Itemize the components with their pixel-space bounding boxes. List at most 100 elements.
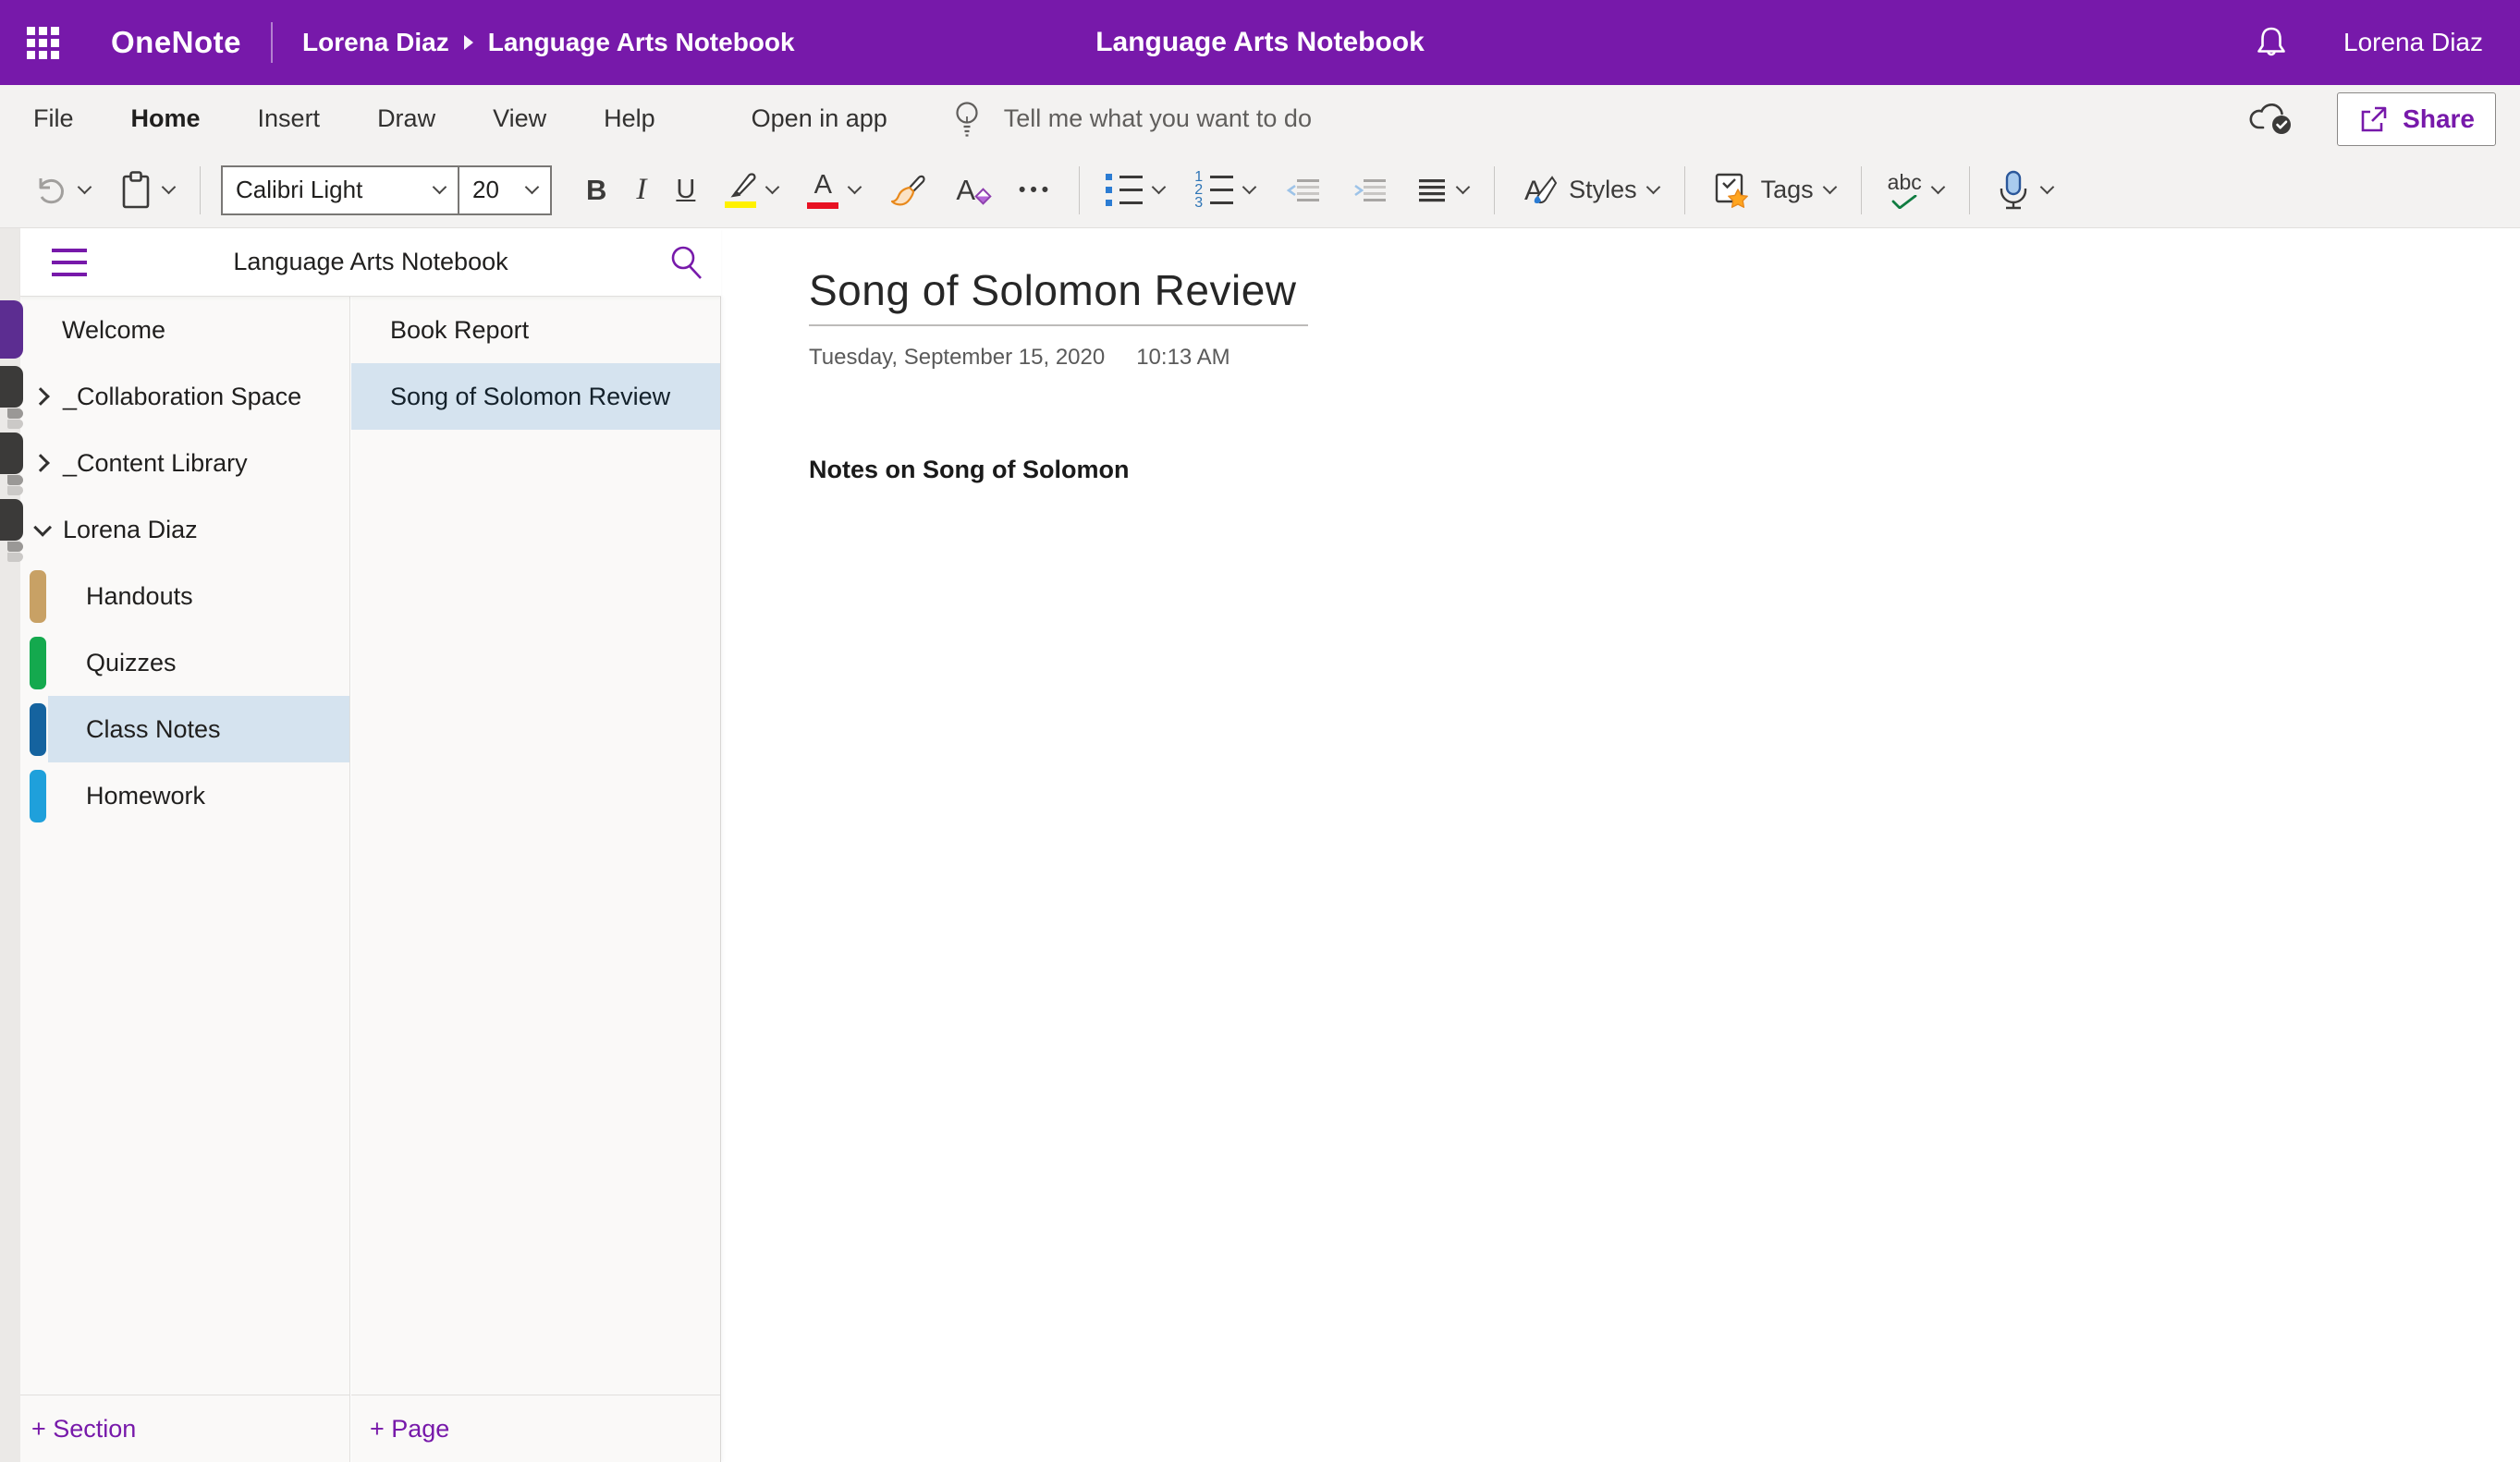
section-welcome[interactable]: Welcome xyxy=(0,297,349,363)
toolbar-divider xyxy=(1079,166,1080,214)
bold-button[interactable]: B xyxy=(576,164,617,216)
tell-me-box[interactable]: Tell me what you want to do xyxy=(954,100,1312,139)
lightbulb-icon xyxy=(954,100,980,139)
page-song-of-solomon-review[interactable]: Song of Solomon Review xyxy=(351,363,720,430)
italic-button[interactable]: I xyxy=(626,164,656,216)
font-color-button[interactable]: A xyxy=(797,164,870,216)
sections-pane: Welcome _Collaboration Space _Content Li… xyxy=(0,297,350,1462)
section-color-tab xyxy=(30,570,46,623)
toolbar-divider xyxy=(1861,166,1862,214)
dictate-button[interactable] xyxy=(1986,164,2062,216)
styles-icon: A xyxy=(1521,172,1558,209)
notifications-button[interactable] xyxy=(2255,24,2288,61)
page-canvas[interactable]: Song of Solomon Review Tuesday, Septembe… xyxy=(721,228,2520,1462)
section-group-collaboration-space[interactable]: _Collaboration Space xyxy=(0,363,349,430)
share-label: Share xyxy=(2403,104,2475,134)
chevron-down-icon xyxy=(525,180,540,195)
window-title: Language Arts Notebook xyxy=(1095,27,1425,58)
font-color-icon: A xyxy=(807,172,838,209)
decrease-indent-button[interactable] xyxy=(1274,164,1331,216)
toolbar-divider xyxy=(1494,166,1495,214)
font-size-value: 20 xyxy=(472,176,499,204)
more-formatting-button[interactable]: ••• xyxy=(1009,164,1063,216)
page-timestamp: Tuesday, September 15, 2020 10:13 AM xyxy=(809,345,2520,371)
section-group-lorena-diaz[interactable]: Lorena Diaz xyxy=(0,496,349,563)
section-group-tab xyxy=(0,499,23,562)
app-name[interactable]: OneNote xyxy=(111,25,241,60)
page-time: 10:13 AM xyxy=(1136,345,1229,371)
chevron-right-icon xyxy=(31,454,50,472)
section-homework[interactable]: Homework xyxy=(0,762,349,829)
font-color-dropdown-chevron-icon xyxy=(848,180,862,195)
menu-file[interactable]: File xyxy=(33,104,74,133)
account-name[interactable]: Lorena Diaz xyxy=(2343,28,2483,57)
clipboard-icon xyxy=(119,170,153,211)
breadcrumb-notebook[interactable]: Language Arts Notebook xyxy=(488,28,795,57)
highlighter-button[interactable] xyxy=(715,164,788,216)
app-launcher-button[interactable] xyxy=(0,0,85,85)
alignment-button[interactable] xyxy=(1407,164,1478,216)
highlighter-dropdown-chevron-icon xyxy=(765,180,780,195)
clear-formatting-button[interactable]: A xyxy=(946,164,999,216)
undo-button[interactable] xyxy=(23,164,100,216)
section-class-notes[interactable]: Class Notes xyxy=(0,696,349,762)
dictate-dropdown-chevron-icon xyxy=(2039,180,2054,195)
ribbon-toolbar: Calibri Light 20 B I U A xyxy=(0,152,2520,228)
font-name-select[interactable]: Calibri Light xyxy=(221,165,459,215)
tags-dropdown-chevron-icon xyxy=(1822,180,1837,195)
tags-label: Tags xyxy=(1761,176,1814,204)
search-icon xyxy=(667,244,704,281)
numbered-list-dropdown-chevron-icon xyxy=(1242,180,1257,195)
increase-indent-button[interactable] xyxy=(1340,164,1398,216)
page-title[interactable]: Song of Solomon Review xyxy=(809,265,1308,315)
menu-insert[interactable]: Insert xyxy=(258,104,321,133)
spellcheck-dropdown-chevron-icon xyxy=(1930,180,1945,195)
breadcrumb-user[interactable]: Lorena Diaz xyxy=(302,28,449,57)
font-size-select[interactable]: 20 xyxy=(459,165,552,215)
highlighter-icon xyxy=(725,172,756,208)
title-underline xyxy=(809,324,1308,326)
search-button[interactable] xyxy=(667,244,704,281)
menu-view[interactable]: View xyxy=(493,104,546,133)
microphone-icon xyxy=(1996,170,2031,211)
toolbar-divider xyxy=(200,166,201,214)
paste-button[interactable] xyxy=(109,164,184,216)
topbar-divider xyxy=(271,22,273,63)
toolbar-divider xyxy=(1684,166,1685,214)
tags-button[interactable]: Tags xyxy=(1701,164,1845,216)
ellipsis-icon: ••• xyxy=(1019,179,1053,201)
format-painter-button[interactable] xyxy=(879,164,936,216)
sync-status-icon[interactable] xyxy=(2248,103,2298,136)
section-quizzes[interactable]: Quizzes xyxy=(0,629,349,696)
bulleted-list-dropdown-chevron-icon xyxy=(1152,180,1167,195)
section-color-tab xyxy=(30,770,46,822)
underline-button[interactable]: U xyxy=(666,164,705,216)
numbered-list-icon: 1 2 3 xyxy=(1193,174,1233,206)
menu-bar: File Home Insert Draw View Help Open in … xyxy=(0,85,2520,152)
add-page-button[interactable]: + Page xyxy=(351,1395,720,1462)
format-painter-icon xyxy=(889,173,926,208)
menu-items: File Home Insert Draw View Help xyxy=(33,104,655,133)
menu-draw[interactable]: Draw xyxy=(377,104,435,133)
share-button[interactable]: Share xyxy=(2337,92,2496,146)
clear-formatting-icon: A xyxy=(956,176,989,204)
numbered-list-button[interactable]: 1 2 3 xyxy=(1183,164,1265,216)
spellcheck-icon: abc xyxy=(1888,172,1922,209)
chevron-right-icon xyxy=(31,387,50,406)
styles-button[interactable]: A Styles xyxy=(1511,164,1669,216)
toolbar-divider xyxy=(1969,166,1970,214)
breadcrumb: Lorena Diaz Language Arts Notebook xyxy=(302,28,795,57)
bulleted-list-button[interactable] xyxy=(1095,164,1174,216)
page-book-report[interactable]: Book Report xyxy=(351,297,720,363)
bell-icon xyxy=(2255,24,2288,61)
menu-home[interactable]: Home xyxy=(131,104,201,133)
topbar-right: Lorena Diaz xyxy=(2255,24,2520,61)
spellcheck-button[interactable]: abc xyxy=(1878,164,1953,216)
open-in-app-button[interactable]: Open in app xyxy=(752,104,887,133)
notebook-header: Language Arts Notebook xyxy=(20,228,721,297)
add-section-button[interactable]: + Section xyxy=(20,1395,349,1462)
section-handouts[interactable]: Handouts xyxy=(0,563,349,629)
menu-help[interactable]: Help xyxy=(604,104,655,133)
section-group-content-library[interactable]: _Content Library xyxy=(0,430,349,496)
note-body-text[interactable]: Notes on Song of Solomon xyxy=(809,456,2520,484)
